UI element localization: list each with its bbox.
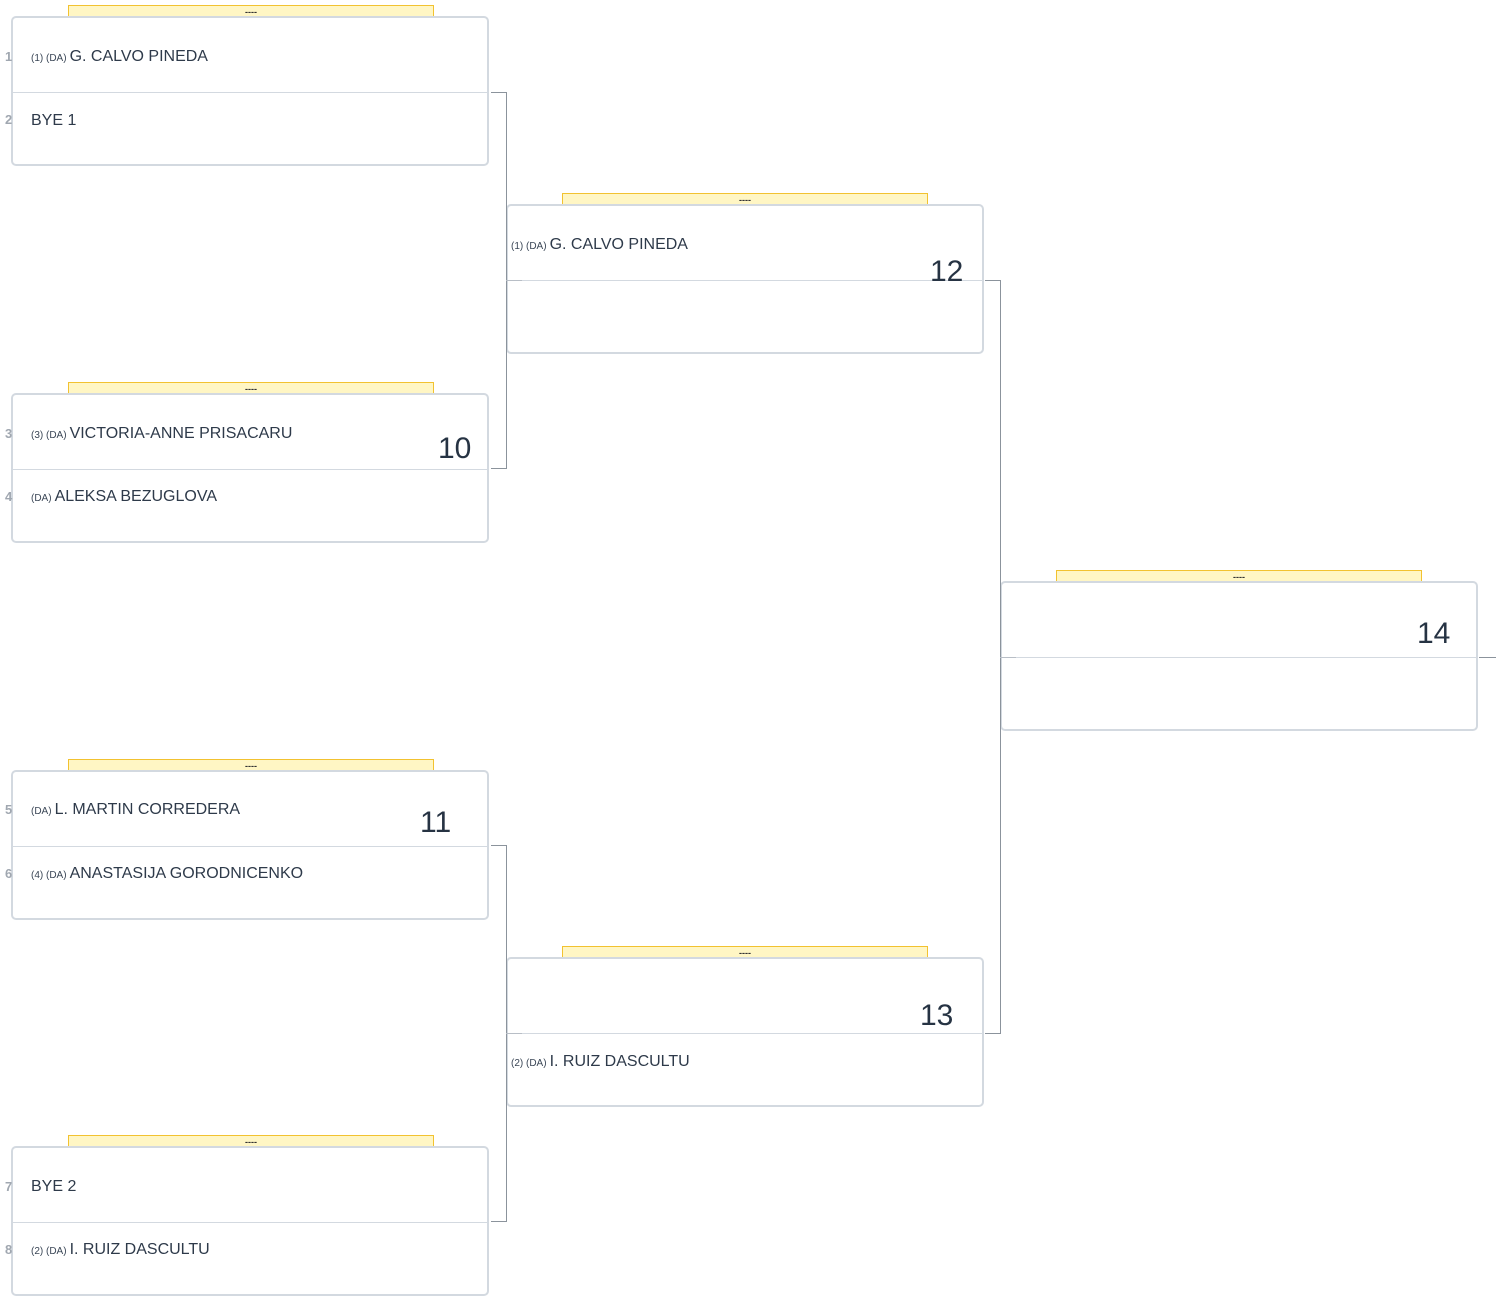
bracket-connector bbox=[491, 92, 507, 93]
seed-number: 8 bbox=[5, 1242, 13, 1257]
bracket-connector bbox=[491, 1221, 507, 1222]
match-number: 10 bbox=[438, 432, 472, 465]
bracket-connector bbox=[491, 468, 507, 469]
seed-number: 7 bbox=[5, 1179, 13, 1194]
match-card[interactable] bbox=[11, 1146, 489, 1296]
match-card[interactable] bbox=[11, 16, 489, 166]
player-slot[interactable]: (2) (DA) I. RUIZ DASCULTU bbox=[511, 1053, 690, 1071]
player-name: BYE 1 bbox=[31, 112, 77, 129]
player-slot[interactable]: BYE 1 bbox=[31, 112, 76, 130]
player-slot[interactable]: BYE 2 bbox=[31, 1178, 76, 1196]
match-number: 12 bbox=[930, 255, 964, 288]
player-name: G. CALVO PINEDA bbox=[69, 48, 208, 65]
seed-number: 1 bbox=[5, 49, 13, 64]
player-tags: (DA) bbox=[31, 806, 52, 817]
divider bbox=[508, 1033, 982, 1034]
player-tags: (2) (DA) bbox=[31, 1246, 67, 1257]
player-tags: (1) (DA) bbox=[511, 241, 547, 252]
seed-number: 4 bbox=[5, 489, 13, 504]
match-number: 11 bbox=[420, 806, 452, 839]
seed-number: 5 bbox=[5, 802, 13, 817]
bracket-connector bbox=[985, 280, 1001, 281]
player-name: L. MARTIN CORREDERA bbox=[54, 801, 241, 818]
player-name: ALEKSA BEZUGLOVA bbox=[54, 488, 217, 505]
divider bbox=[13, 469, 487, 470]
bracket-connector bbox=[985, 1033, 1001, 1034]
player-tags: (4) (DA) bbox=[31, 870, 67, 881]
player-slot[interactable]: (2) (DA) I. RUIZ DASCULTU bbox=[31, 1241, 210, 1259]
match-card[interactable] bbox=[11, 770, 489, 920]
bracket-connector bbox=[506, 280, 522, 281]
player-name: I. RUIZ DASCULTU bbox=[69, 1241, 210, 1258]
player-tags: (1) (DA) bbox=[31, 53, 67, 64]
player-name: I. RUIZ DASCULTU bbox=[549, 1053, 690, 1070]
player-slot[interactable]: (DA) ALEKSA BEZUGLOVA bbox=[31, 488, 217, 506]
player-name: G. CALVO PINEDA bbox=[549, 236, 688, 253]
bracket-connector bbox=[506, 1033, 522, 1034]
player-tags: (3) (DA) bbox=[31, 430, 67, 441]
match-number: 13 bbox=[920, 999, 954, 1032]
seed-number: 2 bbox=[5, 112, 13, 127]
divider bbox=[13, 92, 487, 93]
bracket-connector bbox=[1000, 657, 1016, 658]
match-card[interactable] bbox=[506, 204, 984, 354]
player-tags: (DA) bbox=[31, 493, 52, 504]
player-name: BYE 2 bbox=[31, 1178, 77, 1195]
match-number: 14 bbox=[1417, 617, 1451, 650]
player-name: ANASTASIJA GORODNICENKO bbox=[69, 865, 304, 882]
match-card[interactable] bbox=[506, 957, 984, 1107]
seed-number: 3 bbox=[5, 426, 13, 441]
player-slot[interactable]: (1) (DA) G. CALVO PINEDA bbox=[511, 236, 688, 254]
seed-number: 6 bbox=[5, 866, 13, 881]
bracket-connector bbox=[491, 845, 507, 846]
divider bbox=[13, 1222, 487, 1223]
divider bbox=[13, 846, 487, 847]
player-slot[interactable]: (DA) L. MARTIN CORREDERA bbox=[31, 801, 240, 819]
divider bbox=[508, 280, 982, 281]
match-card[interactable] bbox=[11, 393, 489, 543]
player-tags: (2) (DA) bbox=[511, 1058, 547, 1069]
player-slot[interactable]: (3) (DA) VICTORIA-ANNE PRISACARU bbox=[31, 425, 292, 443]
player-slot[interactable]: (1) (DA) G. CALVO PINEDA bbox=[31, 48, 208, 66]
divider bbox=[1002, 657, 1476, 658]
player-name: VICTORIA-ANNE PRISACARU bbox=[69, 425, 293, 442]
player-slot[interactable]: (4) (DA) ANASTASIJA GORODNICENKO bbox=[31, 865, 303, 883]
bracket-connector bbox=[1479, 657, 1496, 658]
match-card[interactable] bbox=[1000, 581, 1478, 731]
